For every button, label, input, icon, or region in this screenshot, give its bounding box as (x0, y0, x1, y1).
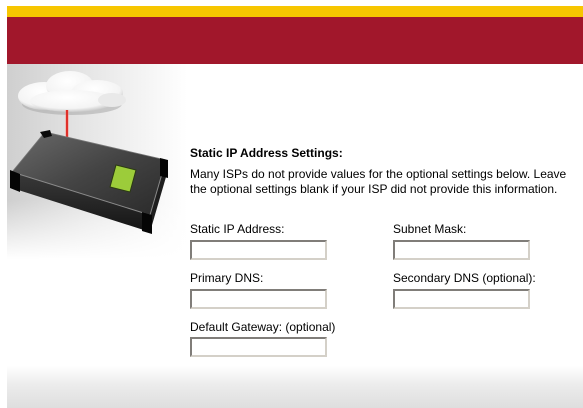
illustration-panel (7, 64, 187, 259)
primary-dns-label: Primary DNS: (190, 271, 264, 285)
primary-dns-input[interactable] (190, 289, 327, 309)
subnet-mask-label: Subnet Mask: (393, 222, 467, 236)
cloud-icon (18, 71, 126, 115)
router-icon (10, 130, 168, 234)
header-banner (7, 17, 583, 64)
static-ip-label: Static IP Address: (190, 222, 285, 236)
section-title: Static IP Address Settings: (190, 146, 343, 160)
top-stripe (7, 6, 583, 17)
router-illustration (10, 71, 168, 234)
section-description: Many ISPs do not provide values for the … (190, 167, 567, 196)
secondary-dns-input[interactable] (393, 289, 530, 309)
static-ip-input[interactable] (190, 240, 327, 260)
footer-band (7, 366, 583, 408)
default-gateway-input[interactable] (190, 337, 327, 357)
secondary-dns-label: Secondary DNS (optional): (393, 271, 536, 285)
default-gateway-label: Default Gateway: (optional) (190, 320, 336, 334)
subnet-mask-input[interactable] (393, 240, 530, 260)
